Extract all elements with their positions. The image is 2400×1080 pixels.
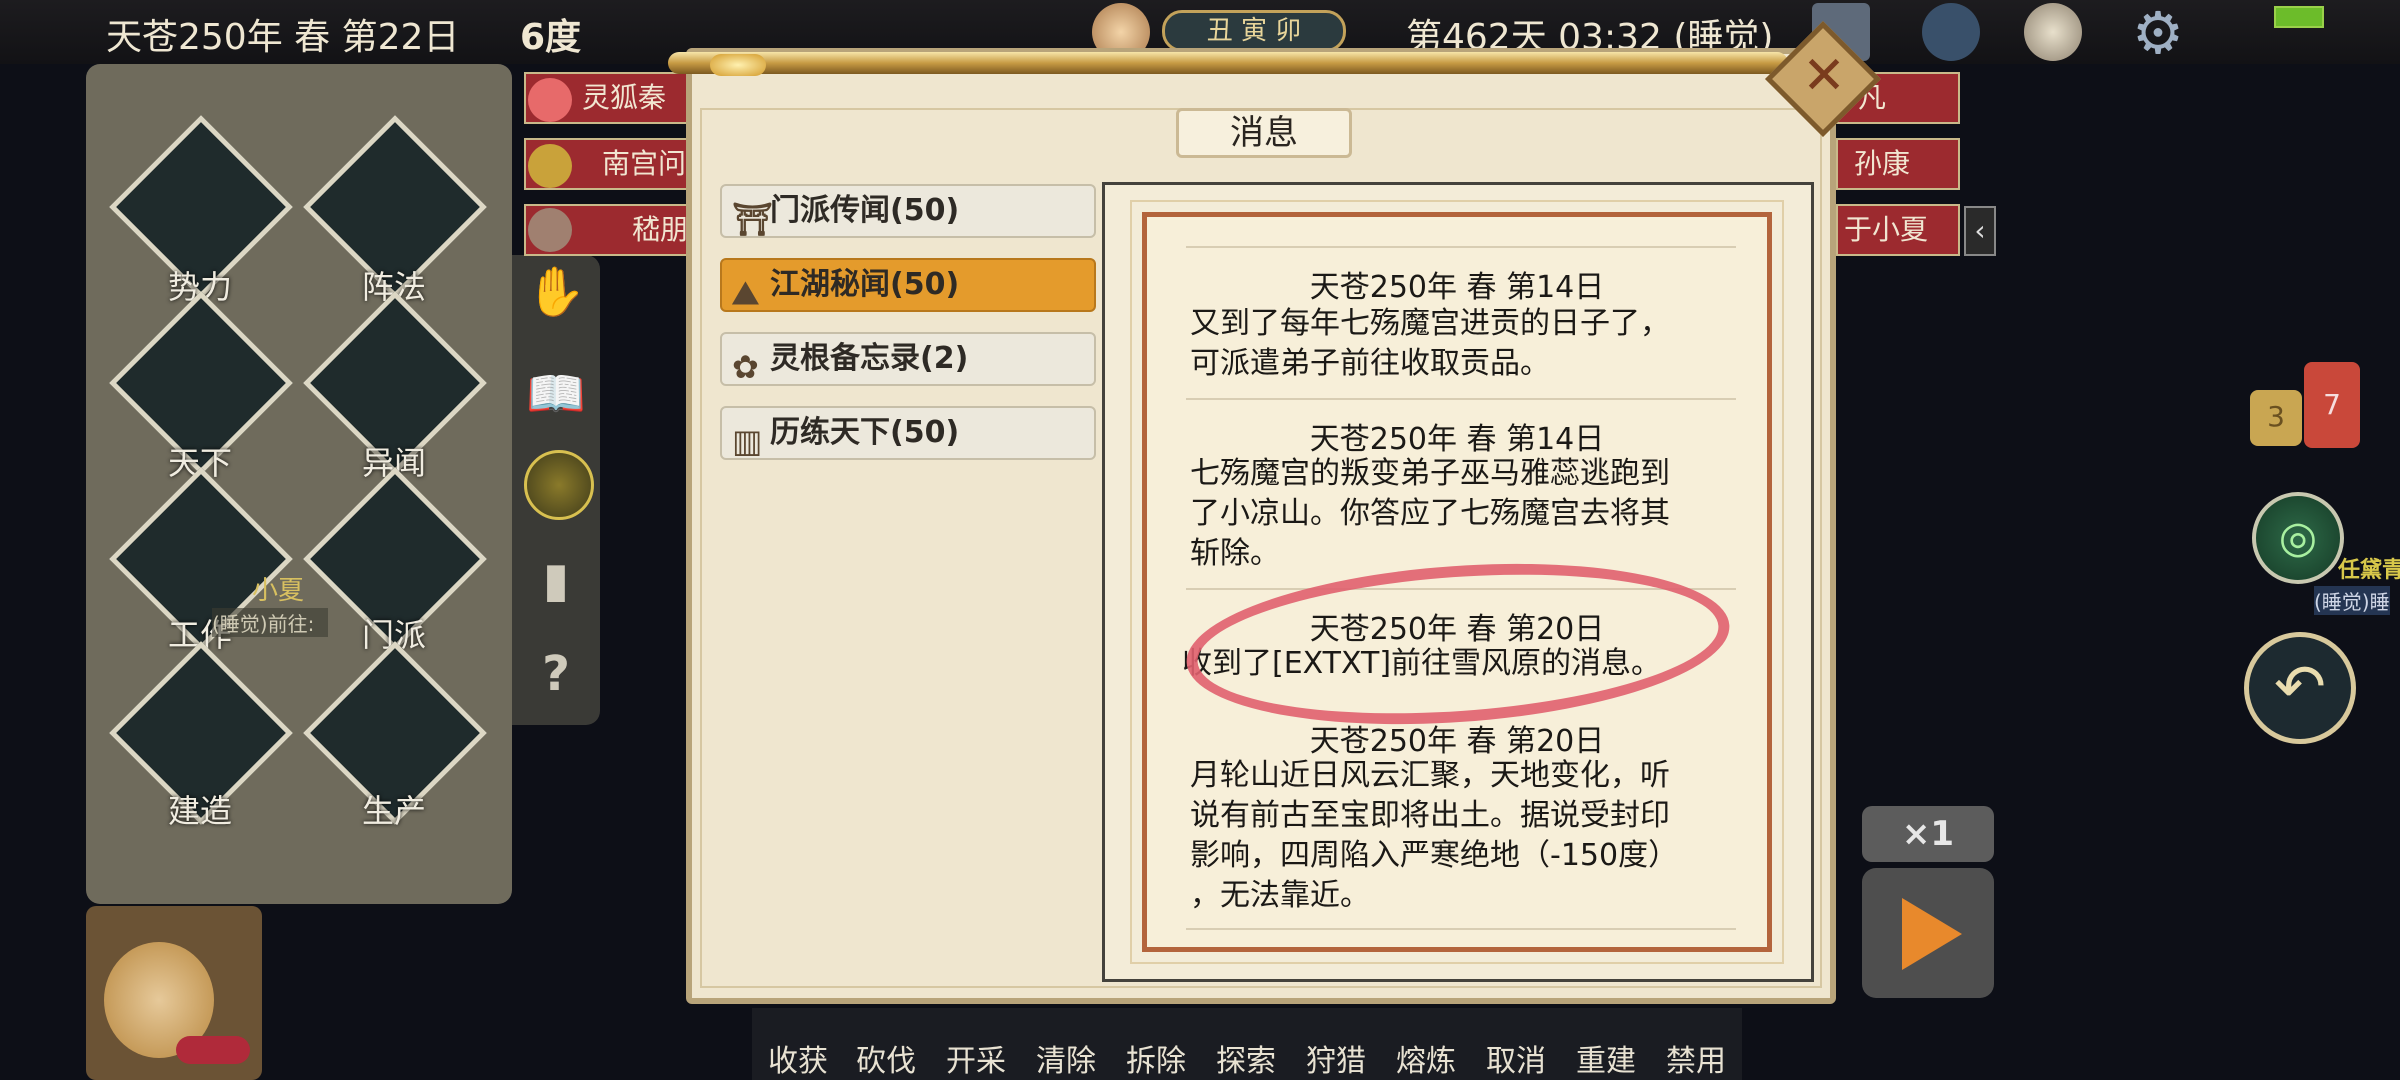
tool-harvest[interactable]: 收获 <box>768 1036 828 1080</box>
settings-gear-icon[interactable]: ⚙ <box>2126 4 2190 62</box>
chip-right-3[interactable]: 于小夏 <box>1836 204 1960 256</box>
speed-button[interactable]: ×1 <box>1862 806 1994 862</box>
close-icon[interactable]: ✕ <box>1796 46 1852 110</box>
divider <box>1186 928 1736 930</box>
tab-label: 门派传闻(50) <box>770 193 960 228</box>
compass-icon[interactable] <box>1922 3 1980 61</box>
tab-label: 灵根备忘录(2) <box>770 341 969 376</box>
dialog-title: 消息 <box>1176 108 1352 158</box>
red-pouch <box>176 1036 250 1064</box>
entry-date: 天苍250年 春 第20日 <box>1309 724 1605 759</box>
entry-body: 月轮山近日风云汇聚，天地变化，听 说有前古至宝即将出土。据说受封印 影响，四周陷… <box>1190 756 1730 916</box>
chip-name: 于小夏 <box>1844 213 1929 246</box>
entry-body: 又到了每年七殇魔宫进贡的日子了， 可派遣弟子前往收取贡品。 <box>1190 304 1730 384</box>
entry-date: 天苍250年 春 第14日 <box>1309 270 1605 305</box>
menu-formation[interactable] <box>303 115 487 299</box>
entry-line: 了小凉山。你答应了七殇魔宫去将其 <box>1190 496 1670 531</box>
menu-label: 建造 <box>167 792 232 830</box>
entry-line: 可派遣弟子前往收取贡品。 <box>1190 346 1550 381</box>
tool-hunt[interactable]: 狩猎 <box>1306 1036 1366 1080</box>
tab-sect-rumors[interactable]: ⛩ 门派传闻(50) <box>720 184 1096 238</box>
entry-line: ，无法靠近。 <box>1190 878 1370 913</box>
temple-icon: ⛩ <box>732 200 773 238</box>
entry-body: 七殇魔宫的叛变弟子巫马雅蕊逃跑到 了小凉山。你答应了七殇魔宫去将其 斩除。 <box>1190 454 1730 574</box>
lotus-root-icon: ✿ <box>732 348 759 386</box>
chip-right-2[interactable]: 孙康 <box>1836 138 1960 190</box>
scroll-map-icon: ▥ <box>732 422 763 460</box>
time-period-badge: 丑 寅 卯 <box>1162 10 1346 52</box>
entry-line: 七殇魔宫的叛变弟子巫马雅蕊逃跑到 <box>1190 456 1670 491</box>
tool-clear[interactable]: 清除 <box>1036 1036 1096 1080</box>
entry-date: 天苍250年 春 第14日 <box>1309 422 1605 457</box>
fox-avatar <box>528 78 572 122</box>
entry-line: 月轮山近日风云汇聚，天地变化，听 <box>1190 758 1670 793</box>
game-date: 天苍250年 春 第22日 <box>106 17 460 58</box>
menu-produce[interactable] <box>303 641 487 825</box>
tool-dismantle[interactable]: 拆除 <box>1126 1036 1186 1080</box>
temperature: 6度 <box>520 17 582 58</box>
coin-icon[interactable] <box>524 450 594 520</box>
menu-build[interactable] <box>109 641 293 825</box>
chip-name: 嵇朋 <box>632 213 689 246</box>
tool-rebuild[interactable]: 重建 <box>1576 1036 1636 1080</box>
menu-rumor[interactable] <box>303 291 487 475</box>
help-icon[interactable]: ? <box>526 644 586 704</box>
hand-icon[interactable]: ✋ <box>526 262 586 322</box>
menu-work[interactable] <box>109 467 293 651</box>
overlay-status: (睡觉)前往: <box>212 608 328 637</box>
tab-label: 江湖秘闻(50) <box>770 267 960 302</box>
tab-jianghu-secrets[interactable]: ⛰ 江湖秘闻(50) <box>720 258 1096 312</box>
entry-line: 又到了每年七殇魔宫进贡的日子了， <box>1190 306 1670 341</box>
chip-name: 孙康 <box>1854 147 1911 180</box>
tab-world-training[interactable]: ▥ 历练天下(50) <box>720 406 1096 460</box>
tool-explore[interactable]: 探索 <box>1216 1036 1276 1080</box>
entry-line: 影响，四周陷入严寒绝地（-150度） <box>1190 838 1679 873</box>
tool-forbid[interactable]: 禁用 <box>1666 1036 1726 1080</box>
overlay-name: 小夏 <box>252 576 305 606</box>
tab-spirit-root-memo[interactable]: ✿ 灵根备忘录(2) <box>720 332 1096 386</box>
menu-label: 生产 <box>361 792 426 830</box>
person-avatar <box>528 208 572 252</box>
menu-world[interactable] <box>109 291 293 475</box>
dialog-top-rod <box>668 52 1788 74</box>
book-icon[interactable]: 📖 <box>526 364 586 424</box>
menu-faction[interactable] <box>109 115 293 299</box>
character-avatar[interactable]: ◎ <box>2252 492 2344 584</box>
chip-name: 南宫问 <box>602 147 687 180</box>
play-icon[interactable] <box>1902 898 1962 970</box>
tool-cancel[interactable]: 取消 <box>1486 1036 1546 1080</box>
scroll-icon[interactable]: ▮ <box>526 550 586 610</box>
divider <box>1186 246 1736 248</box>
tool-smelt[interactable]: 熔炼 <box>1396 1036 1456 1080</box>
character-status: (睡觉)睡 <box>2314 586 2390 615</box>
undo-button[interactable]: ↶ <box>2244 632 2356 744</box>
character-name: 任黛青 <box>2338 558 2400 583</box>
notification-bubble-red[interactable]: 7 <box>2304 362 2360 448</box>
undo-arrow-icon: ↶ <box>2274 650 2326 723</box>
mountain-icon: ⛰ <box>732 274 759 312</box>
palette-icon[interactable] <box>2024 3 2082 61</box>
battery-icon <box>2274 6 2324 28</box>
rod-knob <box>710 54 766 76</box>
cross-avatar <box>528 144 572 188</box>
tool-chop[interactable]: 砍伐 <box>856 1036 916 1080</box>
menu-sect[interactable] <box>303 467 487 651</box>
tool-mine[interactable]: 开采 <box>946 1036 1006 1080</box>
chip-name: 灵狐秦 <box>582 81 667 114</box>
collapse-arrow-icon[interactable]: ‹ <box>1964 206 1996 256</box>
divider <box>1186 398 1736 400</box>
tab-label: 历练天下(50) <box>770 415 960 450</box>
notification-bubble-yellow[interactable]: 3 <box>2250 390 2302 446</box>
entry-line: 说有前古至宝即将出土。据说受封印 <box>1190 798 1670 833</box>
